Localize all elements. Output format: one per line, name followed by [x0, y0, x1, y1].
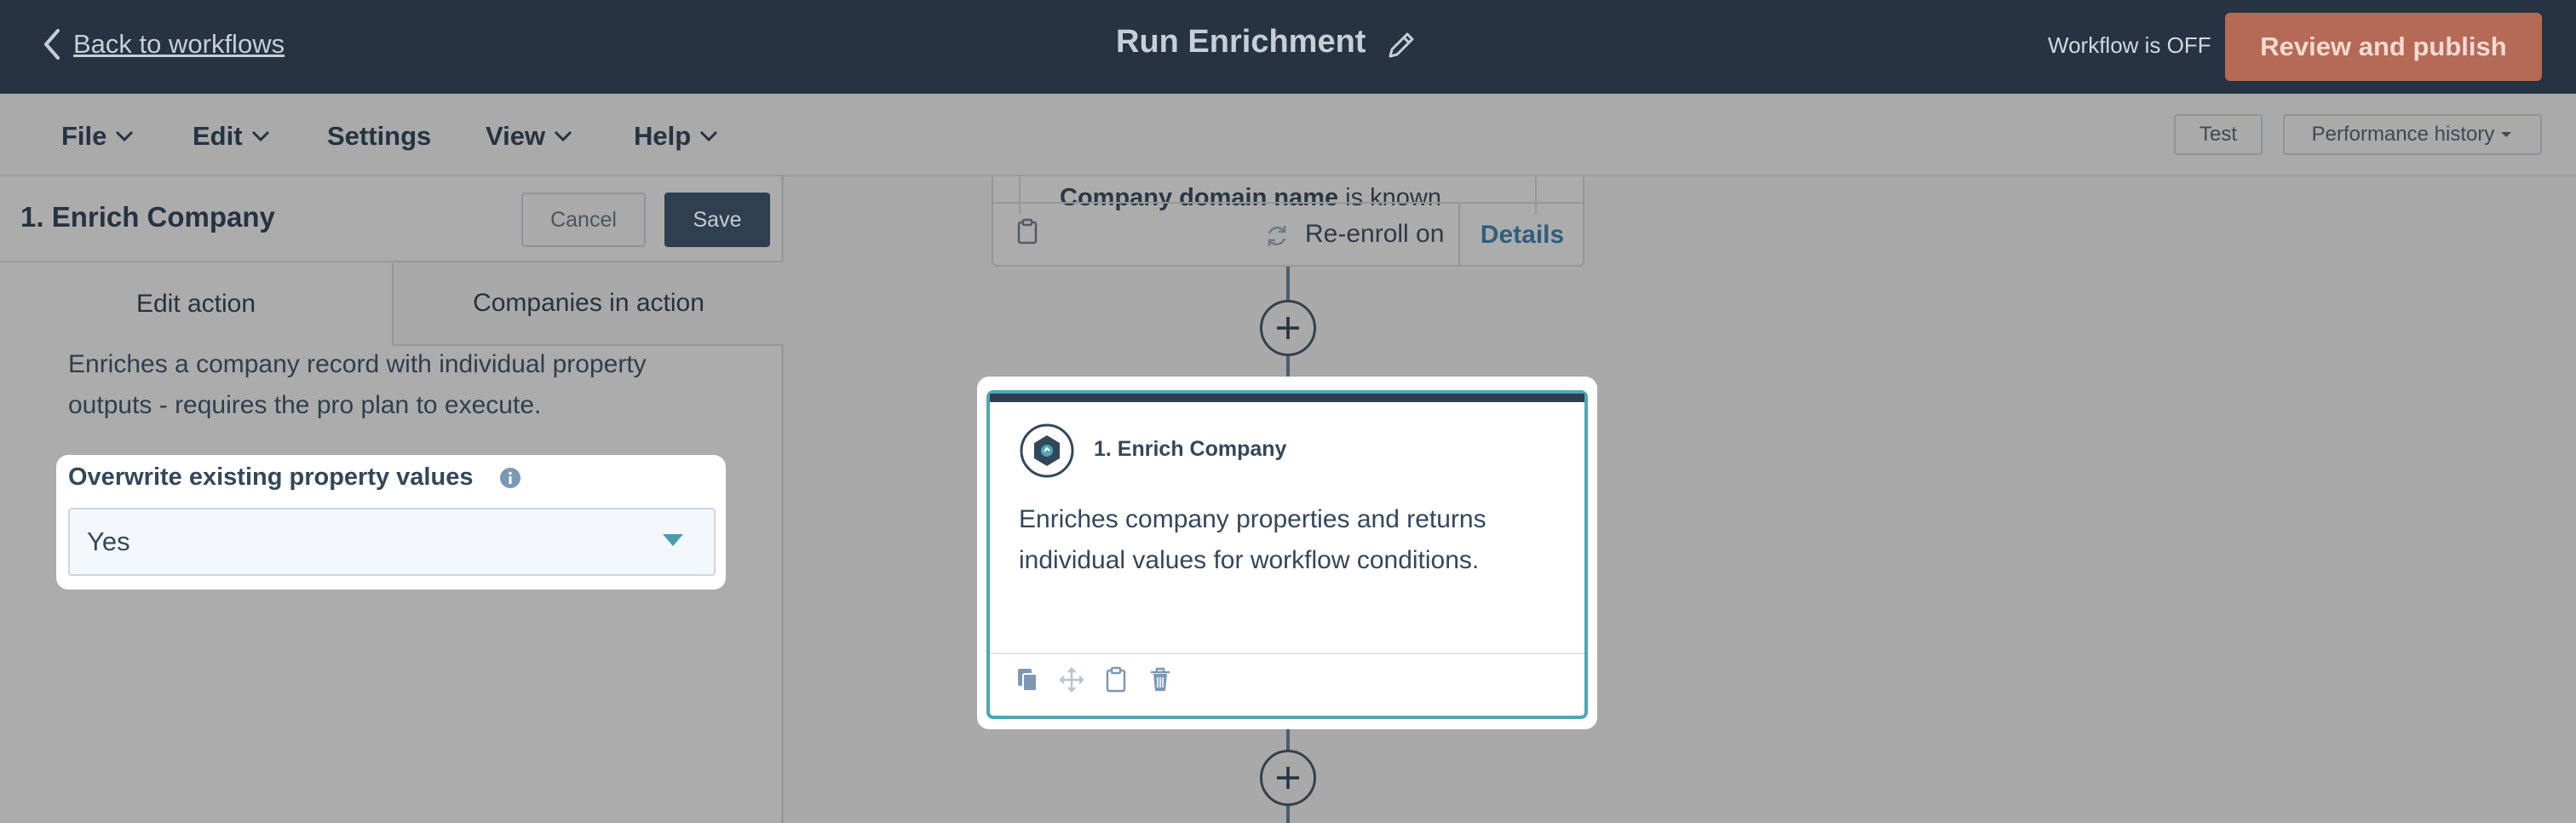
save-button[interactable]: Save	[664, 193, 770, 247]
tab-companies-in-action[interactable]: Companies in action	[392, 261, 784, 346]
review-and-publish-button[interactable]: Review and publish	[2225, 13, 2542, 81]
move-icon[interactable]	[1060, 666, 1084, 694]
workflow-status: Workflow is OFF	[2048, 32, 2211, 58]
chevron-down-icon	[555, 130, 572, 142]
menu-view[interactable]: View	[486, 121, 572, 152]
add-action-button[interactable]	[1260, 300, 1316, 356]
action-card-title: 1. Enrich Company	[1094, 437, 1287, 461]
back-link-label: Back to workflows	[73, 29, 285, 59]
overwrite-field-label: Overwrite existing property values	[68, 463, 474, 491]
menu-settings[interactable]: Settings	[327, 121, 431, 152]
caret-down-icon	[2501, 132, 2512, 137]
trigger-property: Company domain name	[1060, 184, 1339, 211]
action-card-topbar	[990, 394, 1584, 402]
add-action-button[interactable]	[1260, 750, 1316, 806]
trash-icon[interactable]	[1148, 666, 1172, 694]
details-button[interactable]: Details	[1458, 204, 1584, 267]
menu-edit-label: Edit	[193, 121, 243, 151]
menu-settings-label: Settings	[327, 121, 432, 151]
workflow-title: Run Enrichment	[1116, 24, 1366, 60]
menu-view-label: View	[486, 121, 546, 151]
clipboard-icon[interactable]	[1104, 666, 1128, 694]
performance-history-button[interactable]: Performance history	[2283, 114, 2542, 155]
cancel-button[interactable]: Cancel	[521, 193, 646, 247]
overwrite-select[interactable]	[68, 508, 716, 576]
trigger-criteria-text: Company domain name is known	[1060, 184, 1441, 212]
menu-edit[interactable]: Edit	[193, 121, 270, 152]
menu-file[interactable]: File	[61, 121, 134, 152]
overwrite-select-value: Yes	[87, 527, 130, 556]
chevron-down-icon	[251, 130, 269, 142]
clipboard-icon[interactable]	[1015, 218, 1039, 245]
chevron-down-icon	[116, 130, 134, 142]
performance-history-label: Performance history	[2311, 123, 2495, 146]
connector-line	[1286, 806, 1290, 823]
chevron-left-icon	[44, 29, 60, 60]
panel-title: 1. Enrich Company	[20, 201, 275, 233]
menu-help-label: Help	[634, 121, 692, 151]
menu-file-label: File	[61, 121, 107, 151]
copy-icon[interactable]	[1015, 666, 1039, 694]
pencil-icon[interactable]	[1385, 29, 1416, 63]
chevron-down-icon	[700, 130, 718, 142]
action-card-divider	[990, 653, 1584, 654]
enrich-icon	[1020, 423, 1074, 478]
menu-help[interactable]: Help	[634, 121, 718, 152]
action-description: Enriches a company record with individua…	[68, 350, 647, 419]
test-button[interactable]: Test	[2174, 114, 2263, 155]
tab-edit-action[interactable]: Edit action	[0, 261, 392, 346]
reenroll-status: Re-enroll on	[1305, 220, 1445, 248]
trigger-condition: is known	[1338, 184, 1442, 211]
refresh-icon	[1268, 226, 1286, 246]
back-to-workflows-link[interactable]: Back to workflows	[37, 27, 285, 61]
plus-icon	[1277, 767, 1299, 789]
caret-down-icon	[663, 534, 683, 546]
info-icon[interactable]	[499, 467, 521, 489]
action-card-description: Enriches company properties and returns …	[1019, 505, 1486, 574]
plus-icon	[1277, 317, 1299, 339]
